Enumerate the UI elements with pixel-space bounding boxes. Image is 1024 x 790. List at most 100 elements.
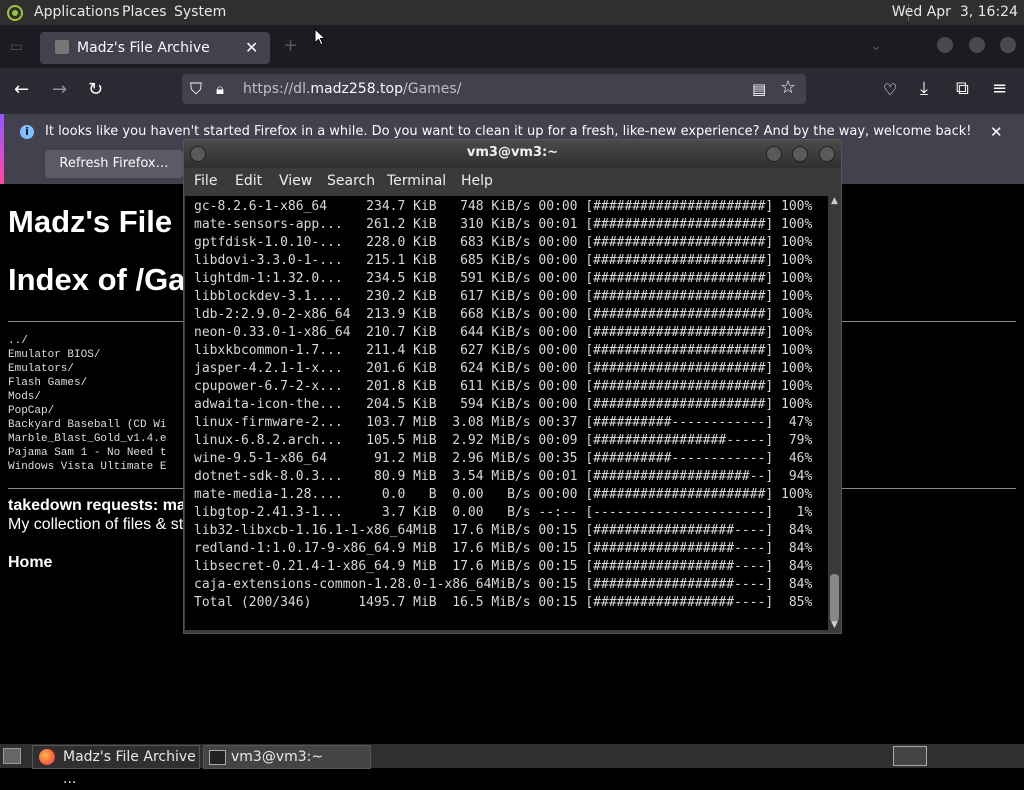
index-heading: Index of /Ga: [8, 262, 186, 297]
terminal-menubar: File Edit View Search Terminal Help: [184, 168, 841, 196]
terminal-icon: [209, 750, 226, 765]
menu-view[interactable]: View: [279, 173, 312, 189]
workspace-switcher[interactable]: [893, 746, 927, 766]
tab-overview-icon[interactable]: ▭: [10, 38, 23, 56]
terminal-line: mate-sensors-app... 261.2 KiB 310 KiB/s …: [194, 217, 813, 232]
taskbar-item-terminal[interactable]: vm3@vm3:~: [203, 745, 371, 769]
collection-text: My collection of files & st: [8, 516, 184, 533]
terminal-line: linux-6.8.2.arch... 105.5 MiB 2.92 MiB/s…: [194, 433, 813, 448]
tab-title: Madz's File Archive: [77, 40, 210, 56]
terminal-line: linux-firmware-2... 103.7 MiB 3.08 MiB/s…: [194, 415, 813, 430]
url-bar[interactable]: ⛉ 🔒︎ https://dl.madz258.top/Games/ ▤ ☆: [182, 74, 806, 104]
terminal-line: libblockdev-3.1.... 230.2 KiB 617 KiB/s …: [194, 289, 813, 304]
terminal-line: redland-1:1.0.17-9-x86_64.9 MiB 17.6 MiB…: [194, 541, 813, 556]
browser-tab[interactable]: Madz's File Archive ✕: [40, 32, 270, 64]
refresh-firefox-button[interactable]: Refresh Firefox…: [45, 150, 183, 178]
places-menu[interactable]: Places: [122, 4, 167, 20]
terminal-line: lightdm-1:1.32.0... 234.5 KiB 591 KiB/s …: [194, 271, 813, 286]
listing-link[interactable]: Flash Games/: [8, 376, 166, 390]
clock[interactable]: Wed Apr 3, 16:24: [892, 4, 1018, 20]
listing-link[interactable]: ../: [8, 334, 166, 348]
list-tabs-icon[interactable]: ⌄: [870, 37, 882, 55]
bottom-panel: Madz's File Archive ... vm3@vm3:~: [0, 744, 1024, 787]
maximize-icon[interactable]: [792, 146, 808, 162]
takedown-text: takedown requests: ma: [8, 497, 186, 514]
terminal-line: gptfdisk-1.0.10-... 228.0 KiB 683 KiB/s …: [194, 235, 813, 250]
maximize-icon[interactable]: [969, 37, 985, 53]
system-menu[interactable]: System: [174, 4, 226, 20]
menu-terminal[interactable]: Terminal: [387, 173, 446, 189]
terminal-line: libsecret-0.21.4-1-x86_64.9 MiB 17.6 MiB…: [194, 559, 813, 574]
terminal-line: neon-0.33.0-1-x86_64 210.7 KiB 644 KiB/s…: [194, 325, 813, 340]
terminal-line: adwaita-icon-the... 204.5 KiB 594 KiB/s …: [194, 397, 813, 412]
listing-link[interactable]: Mods/: [8, 390, 166, 404]
terminal-line: gc-8.2.6-1-x86_64 234.7 KiB 748 KiB/s 00…: [194, 199, 813, 214]
menu-edit[interactable]: Edit: [235, 173, 262, 189]
mouse-cursor-icon: [314, 28, 326, 46]
terminal-title: vm3@vm3:~: [466, 145, 559, 160]
back-icon[interactable]: ←: [14, 81, 29, 99]
taskbar-item-firefox[interactable]: Madz's File Archive ...: [32, 745, 200, 787]
lock-icon[interactable]: 🔒︎: [216, 80, 224, 98]
extensions-icon[interactable]: ⧉: [956, 80, 969, 98]
minimize-icon[interactable]: [766, 146, 782, 162]
file-listing: ../ Emulator BIOS/ Emulators/ Flash Game…: [8, 334, 166, 474]
taskbar-label: vm3@vm3:~: [231, 749, 324, 765]
terminal-line: libxkbcommon-1.7... 211.4 KiB 627 KiB/s …: [194, 343, 813, 358]
terminal-line: ldb-2:2.9.0-2-x86_64 213.9 KiB 668 KiB/s…: [194, 307, 813, 322]
downloads-icon[interactable]: ⤓: [920, 80, 928, 98]
terminal-line: caja-extensions-common-1.28.0-1-x86_64Mi…: [194, 577, 813, 592]
favicon-icon: [55, 40, 69, 54]
terminal-output[interactable]: gc-8.2.6-1-x86_64 234.7 KiB 748 KiB/s 00…: [185, 196, 828, 630]
taskbar-label: Madz's File Archive ...: [63, 749, 196, 787]
window-menu-icon[interactable]: [190, 146, 206, 162]
listing-link[interactable]: Pajama Sam 1 - No Need t: [8, 446, 166, 460]
listing-link[interactable]: Marble_Blast_Gold_v1.4.e: [8, 432, 166, 446]
close-icon[interactable]: [819, 146, 835, 162]
shield-icon[interactable]: ⛉: [190, 80, 202, 98]
terminal-line: mate-media-1.28.... 0.0 B 0.00 B/s 00:00…: [194, 487, 813, 502]
terminal-window: vm3@vm3:~ File Edit View Search Terminal…: [183, 139, 842, 634]
listing-link[interactable]: Windows Vista Ultimate E: [8, 460, 166, 474]
pocket-icon[interactable]: ♡: [883, 81, 897, 99]
terminal-line: dotnet-sdk-8.0.3... 80.9 MiB 3.54 MiB/s …: [194, 469, 813, 484]
new-tab-icon[interactable]: +: [283, 37, 298, 55]
listing-link[interactable]: PopCap/: [8, 404, 166, 418]
reload-icon[interactable]: ↻: [88, 81, 103, 99]
reader-view-icon[interactable]: ▤: [752, 80, 766, 98]
home-link[interactable]: Home: [8, 554, 52, 572]
close-notification-icon[interactable]: ✕: [990, 123, 1003, 141]
forward-icon[interactable]: →: [52, 81, 67, 99]
menu-help[interactable]: Help: [461, 173, 493, 189]
firefox-icon: [39, 749, 55, 765]
top-panel: Applications Places System Wed Apr 3, 16…: [0, 0, 1024, 25]
close-window-icon[interactable]: [1000, 37, 1016, 53]
terminal-line: libdovi-3.3.0-1-... 215.1 KiB 685 KiB/s …: [194, 253, 813, 268]
listing-link[interactable]: Backyard Baseball (CD Wi: [8, 418, 166, 432]
notification-accent: [0, 114, 4, 184]
url-prefix: https://dl.: [243, 81, 311, 97]
menu-search[interactable]: Search: [327, 173, 375, 189]
minimize-icon[interactable]: [937, 37, 953, 53]
scroll-down-icon[interactable]: ▼: [831, 620, 838, 630]
scrollbar-thumb[interactable]: [830, 574, 839, 622]
app-menu-icon[interactable]: ≡: [992, 80, 1007, 98]
page-title: Madz's File: [8, 204, 173, 239]
info-icon: i: [20, 125, 34, 139]
scroll-up-icon[interactable]: ▲: [831, 196, 838, 206]
close-tab-icon[interactable]: ✕: [245, 38, 258, 57]
listing-link[interactable]: Emulator BIOS/: [8, 348, 166, 362]
menu-file[interactable]: File: [194, 173, 217, 189]
listing-link[interactable]: Emulators/: [8, 362, 166, 376]
terminal-titlebar[interactable]: vm3@vm3:~: [184, 140, 841, 168]
terminal-scrollbar[interactable]: ▲ ▼: [829, 196, 840, 630]
gnome-foot-icon[interactable]: [6, 4, 24, 22]
terminal-line: jasper-4.2.1-1-x... 201.6 KiB 624 KiB/s …: [194, 361, 813, 376]
applications-menu[interactable]: Applications: [34, 4, 120, 20]
terminal-line: libgtop-2.41.3-1... 3.7 KiB 0.00 B/s --:…: [194, 505, 813, 520]
bookmark-star-icon[interactable]: ☆: [780, 79, 796, 97]
terminal-line: lib32-libxcb-1.16.1-1-x86_64MiB 17.6 MiB…: [194, 523, 813, 538]
show-desktop-icon[interactable]: [3, 748, 21, 764]
url-path: /Games/: [403, 81, 462, 97]
terminal-line: wine-9.5-1-x86_64 91.2 MiB 2.96 MiB/s 00…: [194, 451, 813, 466]
